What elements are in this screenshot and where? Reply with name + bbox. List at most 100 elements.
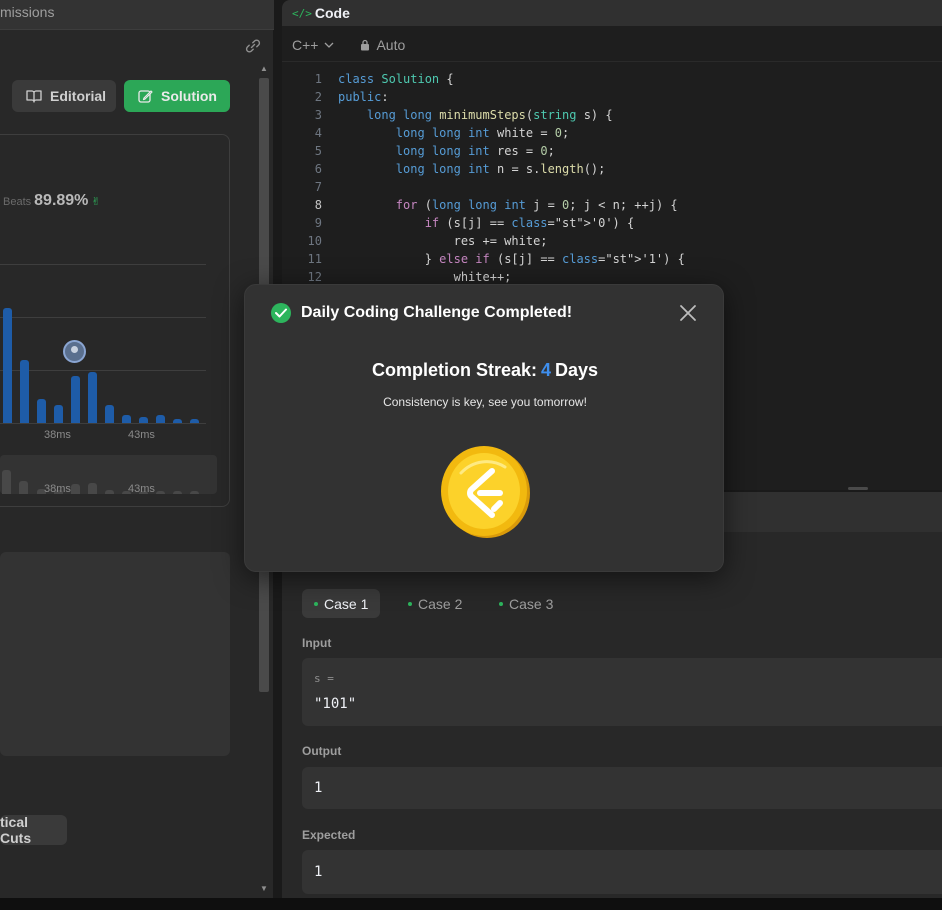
runtime-bar[interactable]: [173, 419, 182, 423]
beats-label: Beats: [3, 196, 32, 208]
line-number: 9: [314, 216, 322, 230]
code-text: for (long long int j = 0; j < n; ++j) {: [395, 198, 678, 212]
runtime-bar[interactable]: [20, 360, 29, 423]
code-line[interactable]: 6 long long int n = s.length();: [282, 160, 942, 178]
grid-line: [0, 370, 206, 371]
scroll-down-arrow-icon[interactable]: ▼: [260, 884, 268, 893]
tab-submissions[interactable]: missions: [0, 4, 54, 20]
performance-card: [0, 134, 230, 507]
input-variable-name: s =: [314, 672, 334, 685]
line-number: 4: [314, 126, 322, 140]
mini-bar: [156, 491, 165, 494]
mini-x-tick-43ms: 43ms: [128, 483, 155, 495]
runtime-bar[interactable]: [122, 415, 131, 423]
case-label: Case 3: [509, 595, 554, 612]
left-tab-bar: missions: [0, 0, 274, 30]
code-line[interactable]: 11 } else if (s[j] == class="st">'1') {: [282, 250, 942, 268]
beats-value: 89.89%: [34, 192, 89, 209]
expected-value-box[interactable]: 1: [302, 850, 942, 894]
mini-bar: [2, 470, 11, 494]
output-value: 1: [314, 780, 323, 796]
runtime-bar[interactable]: [88, 372, 97, 423]
runtime-bar[interactable]: [139, 417, 148, 423]
code-line[interactable]: 4 long long int white = 0;: [282, 124, 942, 142]
line-number: 7: [314, 180, 322, 194]
chart-overview-strip[interactable]: 38ms 43ms: [0, 455, 217, 495]
link-icon[interactable]: [244, 38, 262, 54]
output-value-box[interactable]: 1: [302, 767, 942, 809]
input-value-box[interactable]: s = "101": [302, 658, 942, 726]
memory-chart-placeholder: [0, 552, 230, 756]
panel-resize-handle[interactable]: [848, 487, 868, 490]
code-line[interactable]: 9 if (s[j] == class="st">'0') {: [282, 214, 942, 232]
runtime-bar[interactable]: [105, 405, 114, 423]
code-line[interactable]: 2 public:: [282, 88, 942, 106]
chevron-down-icon[interactable]: [324, 41, 334, 49]
modal-title: Daily Coding Challenge Completed!: [301, 304, 573, 321]
book-icon: [26, 90, 42, 103]
solution-button[interactable]: Solution: [124, 80, 230, 112]
user-position-avatar: [63, 340, 86, 363]
input-value: "101": [314, 696, 357, 712]
code-editor[interactable]: 1 class Solution {2 public: 3 long long min…: [282, 70, 942, 286]
code-line[interactable]: 10 res += white;: [282, 232, 942, 250]
code-line[interactable]: 8 for (long long int j = 0; j < n; ++j) …: [282, 196, 942, 214]
tab-case-1[interactable]: Case 1: [302, 589, 381, 618]
runtime-bar[interactable]: [71, 376, 80, 423]
editorial-button[interactable]: Editorial: [12, 80, 116, 112]
close-icon[interactable]: [678, 303, 698, 323]
tab-case-3[interactable]: Case 3: [487, 589, 565, 618]
leetcoin-icon: [441, 446, 530, 538]
runtime-bar[interactable]: [190, 419, 199, 423]
code-text: long long int n = s.length();: [395, 162, 606, 176]
grid-line: [0, 264, 206, 265]
pass-dot-icon: [499, 601, 503, 606]
line-number: 2: [314, 90, 322, 104]
code-brackets-icon: </>: [292, 6, 312, 20]
check-circle-icon: [271, 303, 291, 323]
streak-suffix: Days: [555, 360, 599, 380]
output-label: Output: [302, 744, 342, 758]
bottom-bar: [0, 898, 942, 910]
line-number: 10: [307, 234, 322, 248]
code-text: res += white;: [338, 234, 548, 248]
case-label: Case 1: [324, 595, 369, 612]
streak-line: Completion Streak: 4 Days: [245, 360, 725, 381]
modal-subtitle: Consistency is key, see you tomorrow!: [383, 395, 587, 409]
streak-count: 4: [540, 360, 551, 380]
line-number: 5: [314, 144, 322, 158]
mini-bar: [173, 491, 182, 494]
x-tick-43ms: 43ms: [128, 429, 155, 441]
runtime-bar[interactable]: [37, 399, 46, 423]
language-selector[interactable]: C++: [292, 37, 318, 53]
code-line[interactable]: 5 long long int res = 0;: [282, 142, 942, 160]
editor-toolbar: C++ Auto: [282, 28, 942, 62]
clap-icon: ✌: [91, 196, 101, 208]
beats-stat: Beats 89.89% ✌: [3, 192, 101, 210]
edit-icon: [138, 89, 153, 103]
code-text: long long int res = 0;: [395, 144, 555, 158]
expected-label: Expected: [302, 828, 356, 842]
code-line[interactable]: 3 long long minimumSteps(string s) {: [282, 106, 942, 124]
code-text: } else if (s[j] == class="st">'1') {: [338, 252, 685, 266]
code-panel-title: Code: [314, 5, 350, 21]
auto-mode-label[interactable]: Auto: [376, 37, 405, 53]
runtime-bar[interactable]: [156, 415, 165, 423]
code-text: long long int white = 0;: [395, 126, 570, 140]
runtime-bar[interactable]: [54, 405, 63, 423]
code-line[interactable]: 7: [282, 178, 942, 196]
mini-bar: [105, 490, 114, 494]
code-line[interactable]: 1 class Solution {: [282, 70, 942, 88]
mini-bar: [190, 491, 199, 494]
scroll-up-arrow-icon[interactable]: ▲: [260, 64, 268, 73]
code-text: if (s[j] == class="st">'0') {: [424, 216, 635, 230]
line-number: 3: [314, 108, 322, 122]
grid-line: [0, 317, 206, 318]
mini-x-tick-38ms: 38ms: [44, 483, 71, 495]
pass-dot-icon: [408, 601, 412, 606]
similar-question-tag[interactable]: tical Cuts: [0, 814, 67, 846]
tab-case-2[interactable]: Case 2: [396, 589, 474, 618]
runtime-bar[interactable]: [3, 308, 12, 423]
line-number: 6: [314, 162, 322, 176]
app-root: missions Editorial Solution Beats 89.89%…: [0, 0, 942, 910]
